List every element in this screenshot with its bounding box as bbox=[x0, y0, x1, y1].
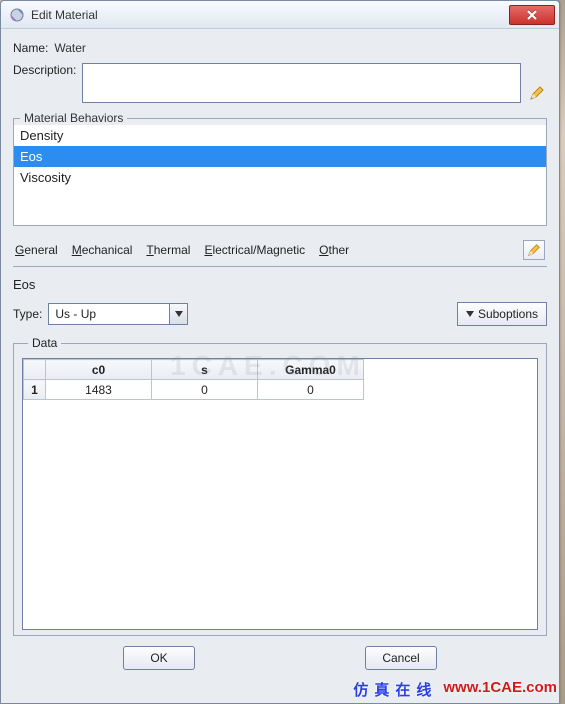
col-header-gamma0[interactable]: Gamma0 bbox=[258, 360, 364, 380]
dialog-buttons: OK Cancel bbox=[13, 636, 547, 670]
behavior-menubar: General Mechanical Thermal Electrical/Ma… bbox=[13, 236, 547, 267]
material-behaviors-legend: Material Behaviors bbox=[20, 111, 127, 125]
type-label: Type: bbox=[13, 307, 42, 321]
name-row: Name: Water bbox=[13, 41, 547, 55]
edit-behavior-button[interactable] bbox=[523, 240, 545, 260]
menu-mechanical[interactable]: Mechanical bbox=[72, 243, 133, 257]
edit-description-button[interactable] bbox=[527, 83, 547, 103]
description-input[interactable] bbox=[82, 63, 521, 103]
cell-c0[interactable]: 1483 bbox=[46, 380, 152, 400]
table-row[interactable]: 1 1483 0 0 bbox=[24, 380, 364, 400]
ok-button[interactable]: OK bbox=[123, 646, 195, 670]
col-header-s[interactable]: s bbox=[152, 360, 258, 380]
suboptions-button[interactable]: Suboptions bbox=[457, 302, 547, 326]
behavior-item-density[interactable]: Density bbox=[14, 125, 546, 146]
window-title: Edit Material bbox=[31, 8, 509, 22]
behavior-item-eos[interactable]: Eos bbox=[14, 146, 546, 167]
chevron-down-icon[interactable] bbox=[169, 304, 187, 324]
eos-section-title: Eos bbox=[13, 277, 547, 292]
cancel-button[interactable]: Cancel bbox=[365, 646, 437, 670]
description-label: Description: bbox=[13, 63, 76, 77]
close-button[interactable] bbox=[509, 5, 555, 25]
chevron-down-icon bbox=[466, 311, 474, 317]
menu-general[interactable]: General bbox=[15, 243, 58, 257]
data-group: Data c0 s Gamma0 1 1483 bbox=[13, 336, 547, 636]
data-table-container: c0 s Gamma0 1 1483 0 0 bbox=[22, 358, 538, 630]
description-row: Description: bbox=[13, 63, 547, 103]
row-index: 1 bbox=[24, 380, 46, 400]
cell-gamma0[interactable]: 0 bbox=[258, 380, 364, 400]
type-value: Us - Up bbox=[49, 304, 169, 324]
row-header-blank bbox=[24, 360, 46, 380]
material-behaviors-group: Material Behaviors Density Eos Viscosity bbox=[13, 111, 547, 226]
data-table[interactable]: c0 s Gamma0 1 1483 0 0 bbox=[23, 359, 364, 400]
dialog-content: Name: Water Description: Material Behavi… bbox=[1, 29, 559, 676]
material-behaviors-list[interactable]: Density Eos Viscosity bbox=[14, 125, 546, 225]
footer-url-text: www.1CAE.com bbox=[443, 679, 557, 700]
type-row: Type: Us - Up Suboptions bbox=[13, 302, 547, 326]
name-label: Name: bbox=[13, 41, 48, 55]
behavior-item-viscosity[interactable]: Viscosity bbox=[14, 167, 546, 188]
titlebar: Edit Material bbox=[1, 1, 559, 29]
cell-s[interactable]: 0 bbox=[152, 380, 258, 400]
suboptions-label: Suboptions bbox=[478, 307, 538, 321]
menu-electrical[interactable]: Electrical/Magnetic bbox=[204, 243, 305, 257]
menu-other[interactable]: Other bbox=[319, 243, 349, 257]
name-value: Water bbox=[54, 41, 86, 55]
menu-thermal[interactable]: Thermal bbox=[146, 243, 190, 257]
footer-cn-text: 仿真在线 bbox=[353, 679, 437, 700]
edit-material-dialog: Edit Material Name: Water Description: M… bbox=[0, 0, 560, 704]
footer: 仿真在线 www.1CAE.com bbox=[353, 679, 557, 700]
col-header-c0[interactable]: c0 bbox=[46, 360, 152, 380]
app-icon bbox=[9, 7, 25, 23]
type-combobox[interactable]: Us - Up bbox=[48, 303, 188, 325]
data-legend: Data bbox=[28, 336, 61, 350]
